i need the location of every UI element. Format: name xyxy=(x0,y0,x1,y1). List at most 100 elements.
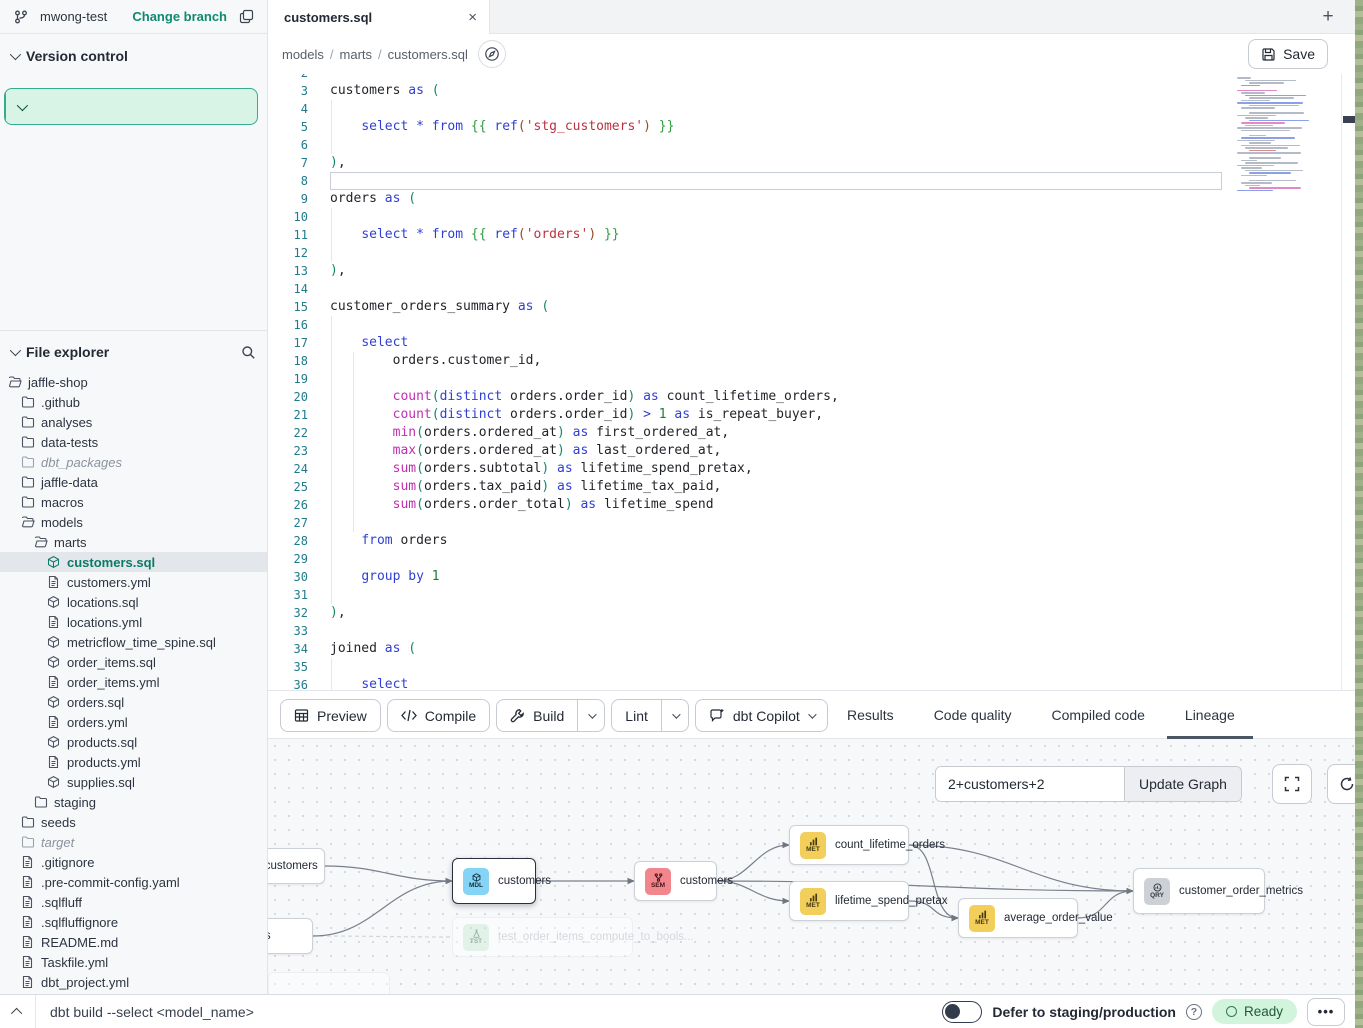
save-button[interactable]: Save xyxy=(1248,39,1328,69)
panel-tab-compiled-code[interactable]: Compiled code xyxy=(1048,691,1149,738)
tree-item-readme-md[interactable]: README.md xyxy=(0,932,267,952)
tree-item-target[interactable]: target xyxy=(0,832,267,852)
editor-scrollbar[interactable] xyxy=(1341,74,1355,690)
code-line-18[interactable]: 18 orders.customer_id, xyxy=(268,352,1341,370)
code-line-34[interactable]: 34joined as ( xyxy=(268,640,1341,658)
lineage-selector-input[interactable] xyxy=(936,767,1124,801)
code-line-15[interactable]: 15customer_orders_summary as ( xyxy=(268,298,1341,316)
scrollbar-handle[interactable] xyxy=(1343,116,1355,123)
chevron-down-icon[interactable] xyxy=(10,345,21,356)
lint-dropdown[interactable] xyxy=(661,700,688,731)
tree-item-products-yml[interactable]: products.yml xyxy=(0,752,267,772)
minimap[interactable] xyxy=(1233,75,1313,191)
code-line-26[interactable]: 26 sum(orders.order_total) as lifetime_s… xyxy=(268,496,1341,514)
tree-item-dbt-project-yml[interactable]: dbt_project.yml xyxy=(0,972,267,992)
code-line-10[interactable]: 10 xyxy=(268,208,1341,226)
code-line-7[interactable]: 7), xyxy=(268,154,1341,172)
tree-item-marts[interactable]: marts xyxy=(0,532,267,552)
code-line-2[interactable]: 2 xyxy=(268,74,1341,82)
tree-item-models[interactable]: models xyxy=(0,512,267,532)
tree-item-customers-sql[interactable]: customers.sql xyxy=(0,552,267,572)
code-line-28[interactable]: 28 from orders xyxy=(268,532,1341,550)
code-line-35[interactable]: 35 xyxy=(268,658,1341,676)
code-line-14[interactable]: 14 xyxy=(268,280,1341,298)
code-line-20[interactable]: 20 count(distinct orders.order_id) as co… xyxy=(268,388,1341,406)
ready-status-badge[interactable]: Ready xyxy=(1212,999,1297,1024)
tree-item-metricflow-time-spine-sql[interactable]: metricflow_time_spine.sql xyxy=(0,632,267,652)
breadcrumb-item[interactable]: models xyxy=(282,47,324,62)
code-line-24[interactable]: 24 sum(orders.subtotal) as lifetime_spen… xyxy=(268,460,1341,478)
search-icon[interactable] xyxy=(237,341,259,363)
lineage-node-stg_customers[interactable]: stg_customers xyxy=(268,848,325,884)
tree-item-analyses[interactable]: analyses xyxy=(0,412,267,432)
defer-toggle[interactable] xyxy=(942,1001,982,1023)
tree-item-locations-yml[interactable]: locations.yml xyxy=(0,612,267,632)
collapse-panel-button[interactable] xyxy=(0,995,36,1028)
refresh-icon[interactable] xyxy=(1327,764,1355,804)
tree-item-products-sql[interactable]: products.sql xyxy=(0,732,267,752)
tree-item-jaffle-shop[interactable]: jaffle-shop xyxy=(0,372,267,392)
tab-customers-sql[interactable]: customers.sql × xyxy=(268,0,490,34)
tree-item-seeds[interactable]: seeds xyxy=(0,812,267,832)
panel-tab-results[interactable]: Results xyxy=(843,691,898,738)
code-line-25[interactable]: 25 sum(orders.tax_paid) as lifetime_tax_… xyxy=(268,478,1341,496)
compass-icon[interactable] xyxy=(478,40,506,68)
tree-item-macros[interactable]: macros xyxy=(0,492,267,512)
tree-item-orders-sql[interactable]: orders.sql xyxy=(0,692,267,712)
pr-dropdown-button[interactable] xyxy=(5,89,35,124)
lint-button[interactable]: Lint xyxy=(611,699,689,732)
copy-icon[interactable] xyxy=(235,6,257,28)
code-line-36[interactable]: 36 select xyxy=(268,676,1341,690)
build-dropdown[interactable] xyxy=(577,700,604,731)
lineage-node-partial_node[interactable] xyxy=(268,972,390,994)
tree-item-order-items-yml[interactable]: order_items.yml xyxy=(0,672,267,692)
code-line-32[interactable]: 32), xyxy=(268,604,1341,622)
code-line-27[interactable]: 27 xyxy=(268,514,1341,532)
update-graph-button[interactable]: Update Graph xyxy=(1124,767,1241,801)
lineage-node-count_lifetime_orders[interactable]: METcount_lifetime_orders xyxy=(789,825,909,865)
code-line-6[interactable]: 6 xyxy=(268,136,1341,154)
lineage-node-orders_src[interactable]: orders xyxy=(268,918,313,954)
dbt-copilot-button[interactable]: dbt Copilot xyxy=(695,699,828,732)
build-button[interactable]: Build xyxy=(496,699,605,732)
code-line-8[interactable]: 8 xyxy=(268,172,1341,190)
code-line-22[interactable]: 22 min(orders.ordered_at) as first_order… xyxy=(268,424,1341,442)
code-line-16[interactable]: 16 xyxy=(268,316,1341,334)
tree-item-taskfile-yml[interactable]: Taskfile.yml xyxy=(0,952,267,972)
code-line-33[interactable]: 33 xyxy=(268,622,1341,640)
help-icon[interactable]: ? xyxy=(1186,1004,1202,1020)
tree-item-staging[interactable]: staging xyxy=(0,792,267,812)
code-line-5[interactable]: 5 select * from {{ ref('stg_customers') … xyxy=(268,118,1341,136)
code-line-30[interactable]: 30 group by 1 xyxy=(268,568,1341,586)
tree-item--sqlfluff[interactable]: .sqlfluff xyxy=(0,892,267,912)
breadcrumb-item[interactable]: marts xyxy=(340,47,373,62)
code-line-31[interactable]: 31 xyxy=(268,586,1341,604)
code-line-29[interactable]: 29 xyxy=(268,550,1341,568)
code-line-23[interactable]: 23 max(orders.ordered_at) as last_ordere… xyxy=(268,442,1341,460)
lineage-node-lifetime_spend_pretax[interactable]: METlifetime_spend_pretax xyxy=(789,881,909,921)
code-editor[interactable]: 23customers as (45 select * from {{ ref(… xyxy=(268,74,1355,690)
create-pr-button[interactable]: Create a pull request on Git... xyxy=(4,88,258,125)
panel-tab-lineage[interactable]: Lineage xyxy=(1181,691,1239,738)
code-line-21[interactable]: 21 count(distinct orders.order_id) > 1 a… xyxy=(268,406,1341,424)
code-line-4[interactable]: 4 xyxy=(268,100,1341,118)
lineage-node-customers_model[interactable]: MDLcustomers xyxy=(452,858,536,904)
change-branch-link[interactable]: Change branch xyxy=(132,9,227,24)
tree-item--pre-commit-config-yaml[interactable]: .pre-commit-config.yaml xyxy=(0,872,267,892)
code-line-19[interactable]: 19 xyxy=(268,370,1341,388)
lineage-node-customer_order_metrics[interactable]: QRYcustomer_order_metrics xyxy=(1133,868,1265,914)
dbt-command-placeholder[interactable]: dbt build --select <model_name> xyxy=(50,1004,254,1020)
panel-tab-code-quality[interactable]: Code quality xyxy=(930,691,1016,738)
code-line-9[interactable]: 9orders as ( xyxy=(268,190,1341,208)
tree-item-data-tests[interactable]: data-tests xyxy=(0,432,267,452)
compile-button[interactable]: Compile xyxy=(387,699,490,732)
code-line-11[interactable]: 11 select * from {{ ref('orders') }} xyxy=(268,226,1341,244)
code-line-13[interactable]: 13), xyxy=(268,262,1341,280)
tree-item-dbt-packages[interactable]: dbt_packages xyxy=(0,452,267,472)
new-tab-button[interactable]: + xyxy=(1315,4,1341,30)
lineage-node-average_order_value[interactable]: METaverage_order_value xyxy=(958,898,1078,938)
close-tab-icon[interactable]: × xyxy=(468,10,477,25)
tree-item-jaffle-data[interactable]: jaffle-data xyxy=(0,472,267,492)
fullscreen-icon[interactable] xyxy=(1272,764,1312,804)
lineage-node-customers_sem[interactable]: SEMcustomers xyxy=(634,861,717,901)
